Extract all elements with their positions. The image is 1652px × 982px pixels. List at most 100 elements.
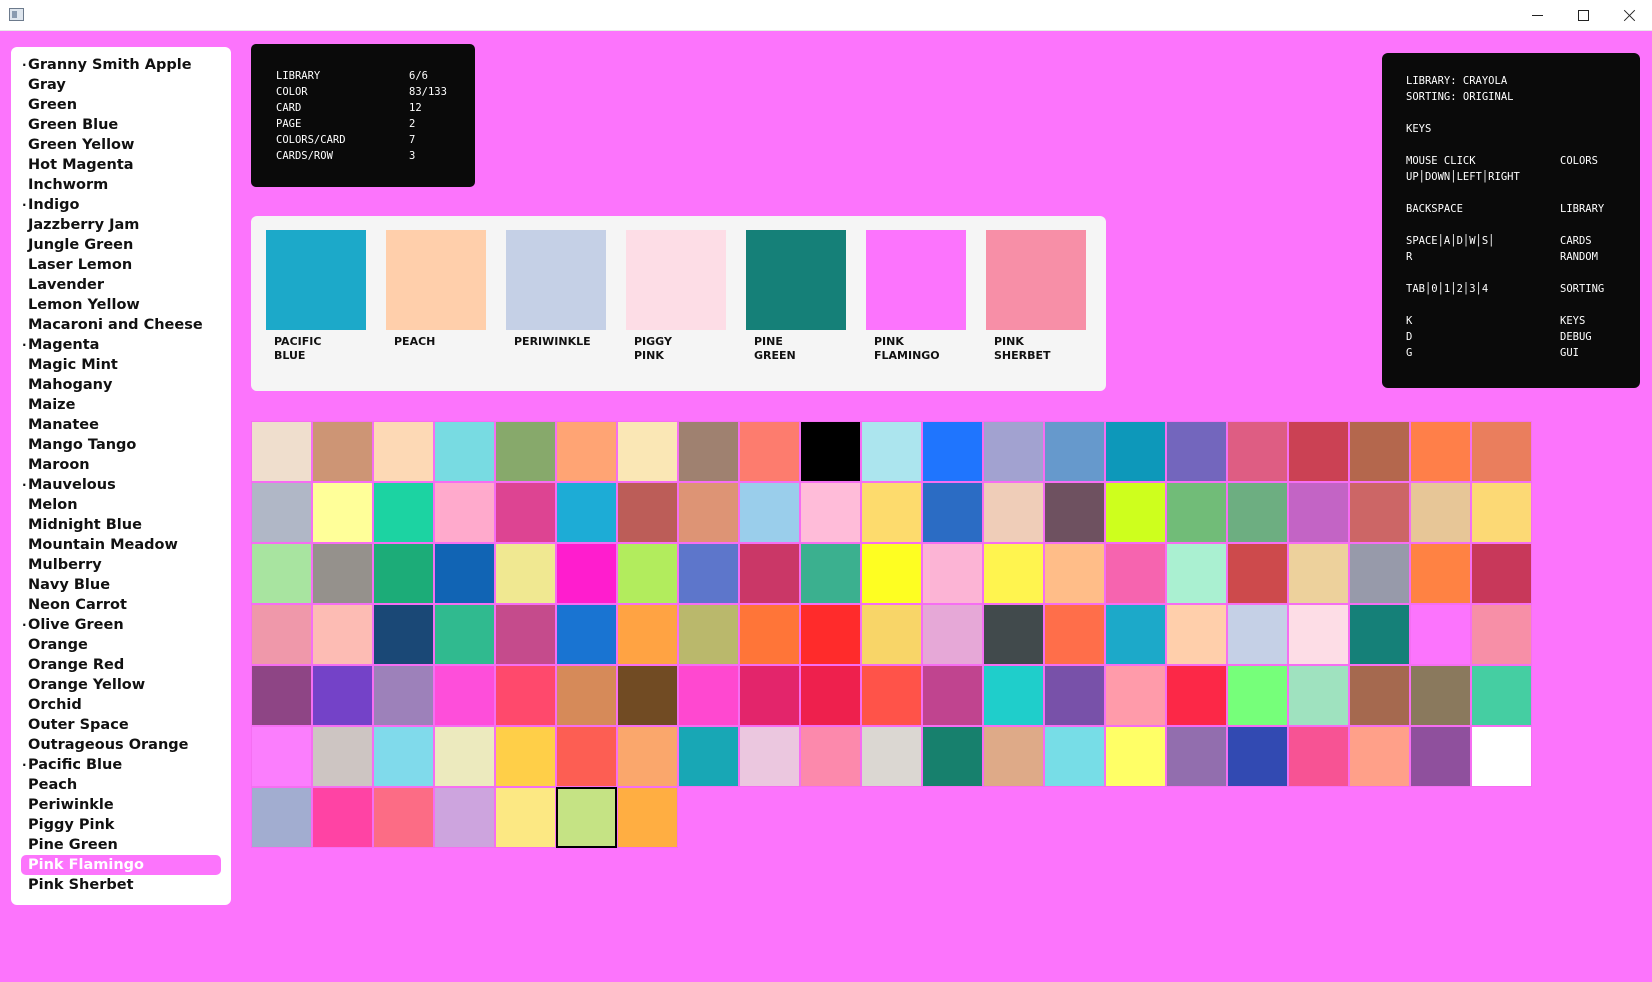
color-swatch[interactable] — [1349, 604, 1410, 665]
color-swatch[interactable] — [434, 787, 495, 848]
sidebar-item[interactable]: Orange — [21, 635, 221, 655]
sidebar-item[interactable]: Macaroni and Cheese — [21, 315, 221, 335]
color-swatch[interactable] — [1166, 421, 1227, 482]
color-swatch[interactable] — [312, 482, 373, 543]
sidebar-item[interactable]: Outer Space — [21, 715, 221, 735]
color-swatch[interactable] — [373, 482, 434, 543]
color-swatch[interactable] — [556, 726, 617, 787]
color-swatch[interactable] — [1105, 421, 1166, 482]
sidebar-item[interactable]: · Magenta — [21, 335, 221, 355]
color-swatch[interactable] — [434, 543, 495, 604]
color-swatch[interactable] — [739, 482, 800, 543]
sidebar-item[interactable]: Magic Mint — [21, 355, 221, 375]
color-swatch[interactable] — [861, 543, 922, 604]
color-swatch[interactable] — [800, 482, 861, 543]
color-swatch[interactable] — [800, 604, 861, 665]
sidebar-item[interactable]: · Pacific Blue — [21, 755, 221, 775]
sidebar-item[interactable]: Periwinkle — [21, 795, 221, 815]
color-swatch[interactable] — [1044, 726, 1105, 787]
color-swatch[interactable] — [922, 421, 983, 482]
sidebar-item[interactable]: Lavender — [21, 275, 221, 295]
color-swatch[interactable] — [678, 482, 739, 543]
color-swatch[interactable] — [495, 482, 556, 543]
color-swatch[interactable] — [312, 543, 373, 604]
color-swatch[interactable] — [251, 604, 312, 665]
color-swatch[interactable] — [1044, 482, 1105, 543]
color-swatch[interactable] — [556, 604, 617, 665]
color-swatch[interactable] — [1288, 604, 1349, 665]
color-swatch[interactable] — [1410, 421, 1471, 482]
color-swatch[interactable] — [678, 421, 739, 482]
color-swatch[interactable] — [1227, 482, 1288, 543]
color-swatch[interactable] — [678, 665, 739, 726]
sidebar-item[interactable]: Green Yellow — [21, 135, 221, 155]
sidebar-item[interactable]: Inchworm — [21, 175, 221, 195]
color-swatch[interactable] — [556, 543, 617, 604]
color-swatch[interactable] — [495, 421, 556, 482]
color-swatch[interactable] — [800, 726, 861, 787]
sidebar-item[interactable]: Pink Sherbet — [21, 875, 221, 895]
sidebar-item[interactable]: Mulberry — [21, 555, 221, 575]
color-swatch[interactable] — [1105, 665, 1166, 726]
color-swatch[interactable] — [434, 726, 495, 787]
color-swatch[interactable] — [434, 604, 495, 665]
color-list-sidebar[interactable]: · Granny Smith Apple Gray Green Green Blue Gr… — [11, 47, 231, 905]
color-swatch[interactable] — [1044, 604, 1105, 665]
color-swatch[interactable] — [373, 421, 434, 482]
color-swatch[interactable] — [251, 726, 312, 787]
sidebar-item[interactable]: Orange Yellow — [21, 675, 221, 695]
color-swatch[interactable] — [739, 604, 800, 665]
sidebar-item[interactable]: · Olive Green — [21, 615, 221, 635]
sidebar-item[interactable]: Hot Magenta — [21, 155, 221, 175]
color-swatch[interactable] — [739, 726, 800, 787]
color-swatch[interactable] — [251, 543, 312, 604]
sidebar-item[interactable]: · Indigo — [21, 195, 221, 215]
sidebar-item[interactable]: Mahogany — [21, 375, 221, 395]
close-button[interactable] — [1606, 0, 1652, 31]
color-swatch[interactable] — [1105, 726, 1166, 787]
color-swatch[interactable] — [678, 604, 739, 665]
color-swatch[interactable] — [1471, 726, 1532, 787]
color-swatch[interactable] — [495, 604, 556, 665]
color-swatch[interactable] — [434, 665, 495, 726]
sidebar-item[interactable]: Neon Carrot — [21, 595, 221, 615]
color-swatch[interactable] — [1105, 543, 1166, 604]
color-swatch[interactable] — [1227, 604, 1288, 665]
color-swatch[interactable] — [373, 726, 434, 787]
color-swatch[interactable] — [861, 482, 922, 543]
color-swatch[interactable] — [373, 604, 434, 665]
color-swatch[interactable] — [1227, 726, 1288, 787]
color-swatch[interactable] — [617, 482, 678, 543]
color-swatch[interactable] — [1166, 665, 1227, 726]
minimize-button[interactable] — [1514, 0, 1560, 31]
color-swatch[interactable] — [1288, 726, 1349, 787]
color-swatch[interactable] — [617, 604, 678, 665]
color-swatch[interactable] — [1227, 665, 1288, 726]
color-swatch[interactable] — [739, 543, 800, 604]
sidebar-item[interactable]: Lemon Yellow — [21, 295, 221, 315]
color-swatch[interactable] — [983, 665, 1044, 726]
sidebar-item[interactable]: Manatee — [21, 415, 221, 435]
color-swatch[interactable] — [1471, 543, 1532, 604]
color-swatch[interactable] — [1471, 665, 1532, 726]
color-swatch[interactable] — [373, 543, 434, 604]
color-swatch[interactable] — [495, 726, 556, 787]
sidebar-item[interactable]: Green — [21, 95, 221, 115]
color-swatch[interactable] — [556, 482, 617, 543]
color-swatch[interactable] — [1166, 543, 1227, 604]
color-swatch[interactable] — [861, 421, 922, 482]
color-swatch[interactable] — [1288, 665, 1349, 726]
color-swatch[interactable] — [312, 726, 373, 787]
color-swatch[interactable] — [800, 421, 861, 482]
maximize-button[interactable] — [1560, 0, 1606, 31]
color-swatch[interactable] — [678, 543, 739, 604]
color-swatch-selected[interactable] — [556, 787, 617, 848]
color-swatch[interactable] — [495, 665, 556, 726]
sidebar-item[interactable]: Outrageous Orange — [21, 735, 221, 755]
sidebar-item[interactable]: Peach — [21, 775, 221, 795]
color-swatch[interactable] — [1471, 421, 1532, 482]
sidebar-item[interactable]: Midnight Blue — [21, 515, 221, 535]
color-swatch[interactable] — [617, 726, 678, 787]
color-swatch[interactable] — [495, 543, 556, 604]
color-swatch[interactable] — [983, 726, 1044, 787]
